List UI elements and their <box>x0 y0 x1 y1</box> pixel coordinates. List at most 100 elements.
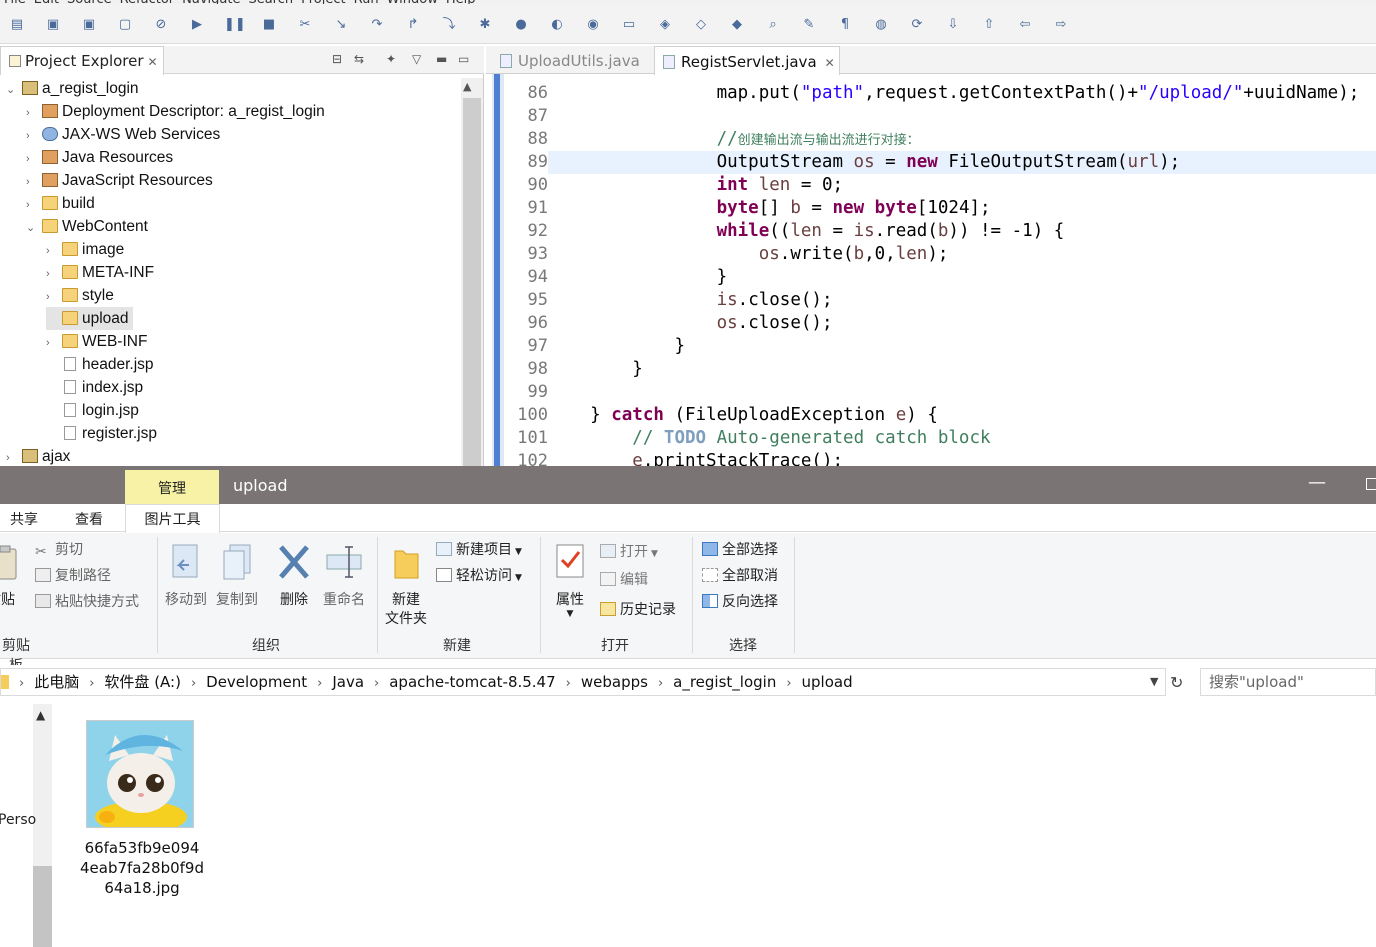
tree-item[interactable]: › JavaScript Resources <box>26 169 213 192</box>
chevron-right-icon[interactable]: › <box>26 171 42 194</box>
chevron-right-icon[interactable]: › <box>191 676 196 691</box>
history-button[interactable]: 历史记录 <box>600 601 676 619</box>
focus-icon[interactable]: ✦ <box>386 52 396 66</box>
chevron-right-icon[interactable]: › <box>658 676 663 691</box>
toggle-mark-icon[interactable]: ✎ <box>800 16 818 34</box>
editor-tab-registservlet[interactable]: RegistServlet.java ✕ <box>654 46 840 75</box>
tree-item[interactable]: › build <box>26 192 95 215</box>
tree-item[interactable]: › Deployment Descriptor: a_regist_login <box>26 100 325 123</box>
code-line[interactable] <box>548 105 1376 128</box>
properties-button[interactable]: 属性 ▼ <box>548 543 592 619</box>
skip-breakpoints-icon[interactable]: ⊘ <box>152 16 170 34</box>
refresh-icon[interactable]: ↻ <box>1170 673 1183 692</box>
external-tools-icon[interactable]: ◉ <box>584 16 602 34</box>
code-line[interactable]: } <box>548 335 1376 358</box>
chevron-right-icon[interactable]: › <box>786 676 791 691</box>
prev-annotation-icon[interactable]: ⇧ <box>980 16 998 34</box>
tab-view[interactable]: 查看 <box>75 504 103 536</box>
close-icon[interactable]: ✕ <box>825 56 835 70</box>
breadcrumb-item[interactable]: webapps <box>581 673 648 691</box>
code-line[interactable]: int len = 0; <box>548 174 1376 197</box>
scroll-up-icon[interactable]: ▲ <box>36 708 45 722</box>
nav-scrollbar-thumb[interactable] <box>33 866 52 947</box>
code-line[interactable]: os.close(); <box>548 312 1376 335</box>
select-all-button[interactable]: 全部选择 <box>702 541 778 559</box>
chevron-right-icon[interactable]: › <box>566 676 571 691</box>
code-line[interactable]: e.printStackTrace(); <box>548 450 1376 466</box>
publish-icon[interactable]: ⟳ <box>908 16 926 34</box>
open-button[interactable]: 打开 ▼ <box>600 543 658 563</box>
delete-button[interactable]: 删除 <box>274 543 314 610</box>
copy-to-button[interactable]: 复制到 <box>212 543 262 610</box>
tree-item[interactable]: ⌄ WebContent <box>26 215 148 238</box>
tree-scrollbar-thumb[interactable] <box>463 98 481 466</box>
code-area[interactable]: map.put("path",request.getContextPath()+… <box>548 74 1376 466</box>
paste-shortcut-button[interactable]: 粘贴快捷方式 <box>35 593 139 611</box>
code-line[interactable] <box>548 381 1376 404</box>
code-line[interactable]: os.write(b,0,len); <box>548 243 1376 266</box>
save-icon[interactable]: ▣ <box>44 16 62 34</box>
new-icon[interactable]: ▤ <box>8 16 26 34</box>
terminal-icon[interactable]: ▢ <box>116 16 134 34</box>
debug-icon[interactable]: ✱ <box>476 16 494 34</box>
close-icon[interactable]: ✕ <box>148 55 158 69</box>
tree-item[interactable]: login.jsp <box>46 399 139 422</box>
select-none-button[interactable]: 全部取消 <box>702 567 778 585</box>
chevron-right-icon[interactable]: › <box>374 676 379 691</box>
code-line[interactable]: while((len = is.read(b)) != -1) { <box>548 220 1376 243</box>
link-with-editor-icon[interactable]: ⇆ <box>354 52 364 66</box>
code-line[interactable]: } catch (FileUploadException e) { <box>548 404 1376 427</box>
breadcrumb-item[interactable]: a_regist_login <box>673 673 776 691</box>
chevron-down-icon[interactable]: ⌄ <box>6 79 22 102</box>
coverage-icon[interactable]: ◐ <box>548 16 566 34</box>
scroll-up-icon[interactable]: ▲ <box>463 80 471 93</box>
cat-thumbnail-image[interactable] <box>86 720 194 828</box>
breadcrumb-item[interactable]: 软件盘 (A:) <box>104 673 181 691</box>
new-item-button[interactable]: 新建项目 ▼ <box>436 541 522 561</box>
chevron-right-icon[interactable]: › <box>317 676 322 691</box>
tree-item[interactable]: › JAX-WS Web Services <box>26 123 220 146</box>
tree-item[interactable]: › WEB-INF <box>46 330 147 353</box>
chevron-right-icon[interactable]: › <box>46 286 62 309</box>
tree-item[interactable]: register.jsp <box>46 422 157 445</box>
code-line[interactable]: } <box>548 358 1376 381</box>
breadcrumb-item[interactable]: Development <box>206 673 307 691</box>
view-menu-chevron-down-icon[interactable]: ▽ <box>412 52 421 66</box>
new-class-icon[interactable]: ◈ <box>656 16 674 34</box>
maximize-icon[interactable]: ▭ <box>458 52 469 66</box>
chevron-right-icon[interactable]: › <box>26 148 42 171</box>
chevron-down-icon[interactable]: ⌄ <box>26 217 42 240</box>
tab-picture-tools[interactable]: 图片工具 <box>125 504 220 534</box>
editor-tab-uploadutils[interactable]: UploadUtils.java <box>492 46 652 75</box>
copy-path-button[interactable]: 复制路径 <box>35 567 111 585</box>
chevron-right-icon[interactable]: › <box>26 102 42 125</box>
tree-item[interactable]: › ajax <box>6 445 70 468</box>
code-line[interactable]: // TODO Auto-generated catch block <box>548 427 1376 450</box>
search-input[interactable]: 搜索"upload" <box>1200 668 1376 696</box>
cut-button[interactable]: ✂ 剪切 <box>35 541 83 560</box>
chevron-right-icon[interactable]: › <box>46 263 62 286</box>
tree-item[interactable]: › style <box>46 284 114 307</box>
address-bar[interactable]: › 此电脑 › 软件盘 (A:) › Development › Java › apache-to… <box>0 668 1166 696</box>
disconnect-icon[interactable]: ✂ <box>296 16 314 34</box>
breadcrumb-item[interactable]: apache-tomcat-8.5.47 <box>389 673 555 691</box>
back-icon[interactable]: ⇦ <box>1016 16 1034 34</box>
code-line[interactable]: } <box>548 266 1376 289</box>
search-icon[interactable]: ⌕ <box>764 16 782 34</box>
chevron-right-icon[interactable]: › <box>26 194 42 217</box>
save-all-icon[interactable]: ▣ <box>80 16 98 34</box>
step-return-icon[interactable]: ↱ <box>404 16 422 34</box>
breadcrumb-item[interactable]: Java <box>332 673 364 691</box>
next-annotation-icon[interactable]: ⇩ <box>944 16 962 34</box>
context-tab-manage[interactable]: 管理 <box>125 470 219 504</box>
drop-frame-icon[interactable]: ⤵ <box>440 16 458 34</box>
breadcrumb-item[interactable]: upload <box>802 673 853 691</box>
breadcrumb-item[interactable]: 此电脑 <box>34 673 79 691</box>
chevron-right-icon[interactable]: › <box>89 676 94 691</box>
tree-item[interactable]: ⌄ a_regist_login <box>6 77 139 100</box>
file-name-label[interactable]: 66fa53fb9e0944eab7fa28b0f9d64a18.jpg <box>80 838 204 898</box>
code-line[interactable]: byte[] b = new byte[1024]; <box>548 197 1376 220</box>
paste-button[interactable]: 粘贴 <box>0 545 20 610</box>
easy-access-button[interactable]: 轻松访问 ▼ <box>436 567 522 587</box>
tree-item[interactable]: header.jsp <box>46 353 154 376</box>
